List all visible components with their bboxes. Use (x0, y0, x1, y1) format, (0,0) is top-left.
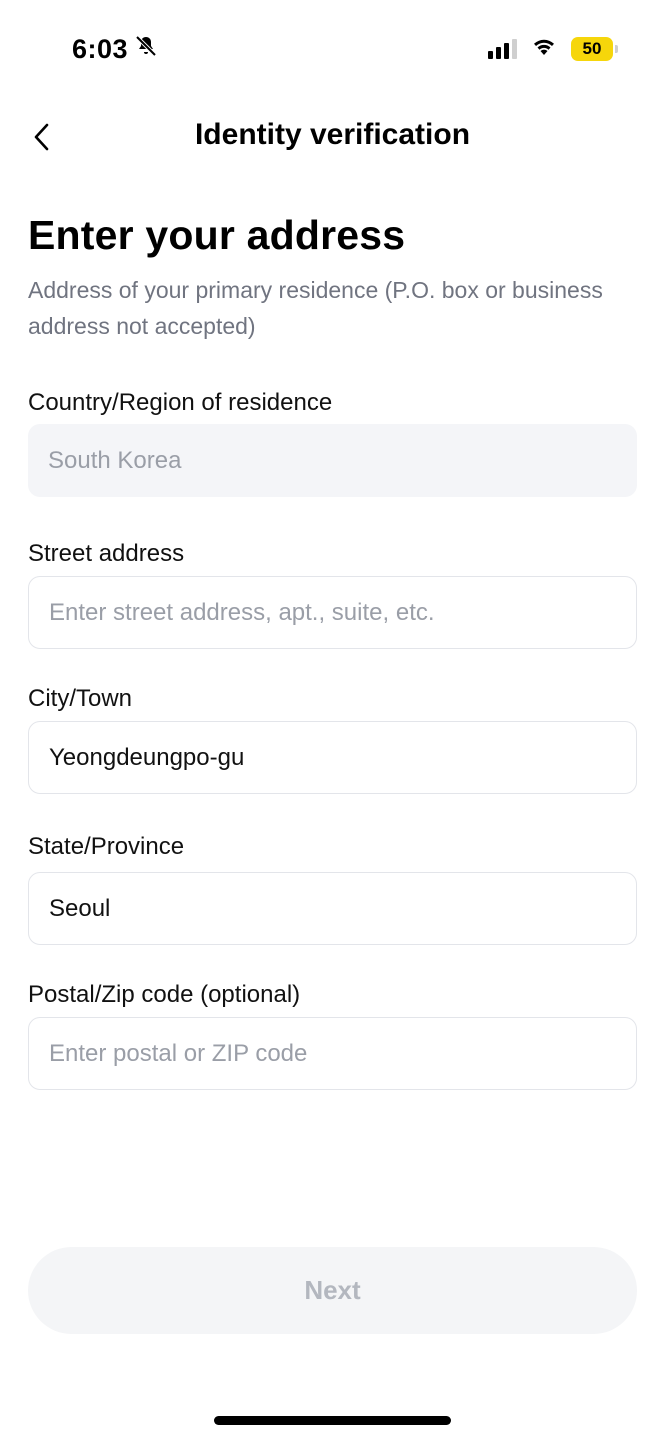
section-heading: Enter your address (28, 212, 406, 258)
postal-placeholder: Enter postal or ZIP code (49, 1039, 308, 1067)
postal-code-input[interactable]: Enter postal or ZIP code (28, 1017, 637, 1090)
city-input[interactable]: Yeongdeungpo-gu (28, 721, 637, 794)
street-address-input[interactable]: Enter street address, apt., suite, etc. (28, 576, 637, 649)
postal-label: Postal/Zip code (optional) (28, 981, 301, 1008)
battery-icon: 50 (571, 36, 618, 61)
state-label: State/Province (28, 833, 185, 860)
state-value: Seoul (49, 894, 111, 922)
country-value: South Korea (48, 446, 182, 474)
country-field: South Korea (28, 424, 637, 497)
status-indicators: 50 (488, 36, 618, 61)
chevron-left-icon (34, 123, 49, 151)
city-value: Yeongdeungpo-gu (49, 743, 245, 771)
street-placeholder: Enter street address, apt., suite, etc. (49, 598, 435, 626)
status-time-text: 6:03 (72, 34, 129, 64)
address-entry-screen: 6:03 50 Identity verification Enter your… (0, 0, 665, 1440)
back-button[interactable] (28, 118, 58, 156)
page-title: Identity verification (194, 118, 471, 151)
status-time: 6:03 (72, 34, 158, 65)
city-label: City/Town (28, 685, 133, 712)
battery-level: 50 (582, 38, 602, 58)
next-button[interactable]: Next (28, 1247, 637, 1334)
signal-icon (488, 38, 517, 59)
section-subtitle: Address of your primary residence (P.O. … (28, 277, 603, 339)
street-label: Street address (28, 540, 185, 567)
home-indicator[interactable] (214, 1416, 451, 1425)
state-input[interactable]: Seoul (28, 872, 637, 945)
wifi-icon (531, 36, 557, 61)
bell-slash-icon (134, 34, 158, 65)
country-label: Country/Region of residence (28, 389, 333, 416)
